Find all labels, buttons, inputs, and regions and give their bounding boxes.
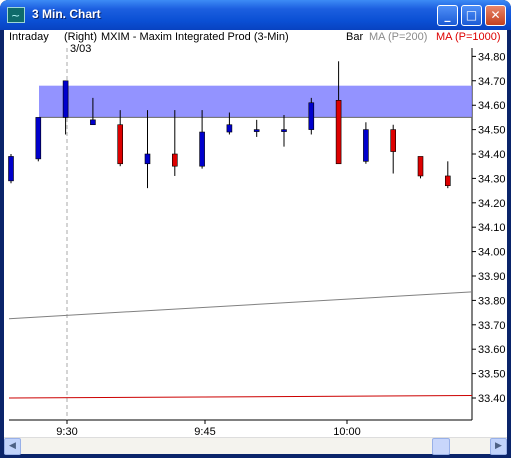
maximize-icon: □ xyxy=(465,8,478,22)
minimize-icon: _ xyxy=(444,8,451,22)
window-title: 3 Min. Chart xyxy=(32,7,101,21)
candle-body xyxy=(417,156,424,177)
candle-body xyxy=(90,119,96,126)
price-tick-label: 34.40 xyxy=(478,149,506,161)
candle-body xyxy=(226,124,233,133)
price-tick-label: 33.60 xyxy=(478,344,506,356)
time-tick-label: 10:00 xyxy=(333,426,361,437)
price-tick-label: 34.70 xyxy=(478,76,506,88)
candle-body xyxy=(281,129,287,132)
title-bar[interactable]: ~ 3 Min. Chart _ □ ✕ xyxy=(0,0,511,30)
candle-body xyxy=(335,100,342,165)
price-tick-label: 34.30 xyxy=(478,173,506,185)
candle-body xyxy=(308,102,315,130)
time-tick-label: 9:45 xyxy=(194,426,215,437)
price-tick-label: 34.60 xyxy=(478,100,506,112)
price-tick-label: 33.40 xyxy=(478,393,506,405)
maximize-button[interactable]: □ xyxy=(461,5,482,26)
horizontal-scrollbar[interactable]: ◀ ▶ xyxy=(4,437,507,455)
price-tick-label: 34.50 xyxy=(478,125,506,137)
scroll-left-button[interactable]: ◀ xyxy=(4,438,21,455)
scroll-right-button[interactable]: ▶ xyxy=(490,438,507,455)
candle-body xyxy=(8,156,14,182)
candle-body xyxy=(35,117,42,160)
ma200-line xyxy=(8,291,473,320)
candle-body xyxy=(199,131,205,167)
close-icon: ✕ xyxy=(490,8,501,22)
right-arrow-icon: ▶ xyxy=(495,441,502,451)
minimize-button[interactable]: _ xyxy=(437,5,458,26)
chart-window: ~ 3 Min. Chart _ □ ✕ Intraday (Right) MX… xyxy=(0,0,511,458)
candle-body xyxy=(444,175,451,187)
time-tick-label: 9:30 xyxy=(56,426,77,437)
close-button[interactable]: ✕ xyxy=(485,5,506,26)
candle-body xyxy=(172,153,178,167)
price-tick-label: 33.90 xyxy=(478,271,506,283)
ma1000-line xyxy=(8,395,473,399)
chart-app-icon: ~ xyxy=(7,7,25,23)
candle-body xyxy=(363,129,369,162)
price-tick-label: 33.50 xyxy=(478,369,506,381)
price-tick-label: 34.20 xyxy=(478,198,506,210)
candle-body xyxy=(117,124,123,165)
left-arrow-icon: ◀ xyxy=(9,441,16,451)
price-tick-label: 33.80 xyxy=(478,295,506,307)
price-tick-label: 33.70 xyxy=(478,320,506,332)
price-tick-label: 34.00 xyxy=(478,247,506,259)
candle-body xyxy=(62,80,69,118)
highlight-zone xyxy=(39,85,472,118)
price-tick-label: 34.10 xyxy=(478,222,506,234)
chart-client-area[interactable]: Intraday (Right) MXIM - Maxim Integrated… xyxy=(4,30,507,455)
price-chart[interactable]: 34.80 34.70 34.60 34.50 34.40 34.30 34.20 34.10… xyxy=(4,30,507,437)
price-tick-label: 34.80 xyxy=(478,51,506,63)
candle-body xyxy=(253,129,260,132)
candle-body xyxy=(144,153,151,165)
scroll-thumb[interactable] xyxy=(432,438,450,455)
candle-body xyxy=(390,129,397,152)
